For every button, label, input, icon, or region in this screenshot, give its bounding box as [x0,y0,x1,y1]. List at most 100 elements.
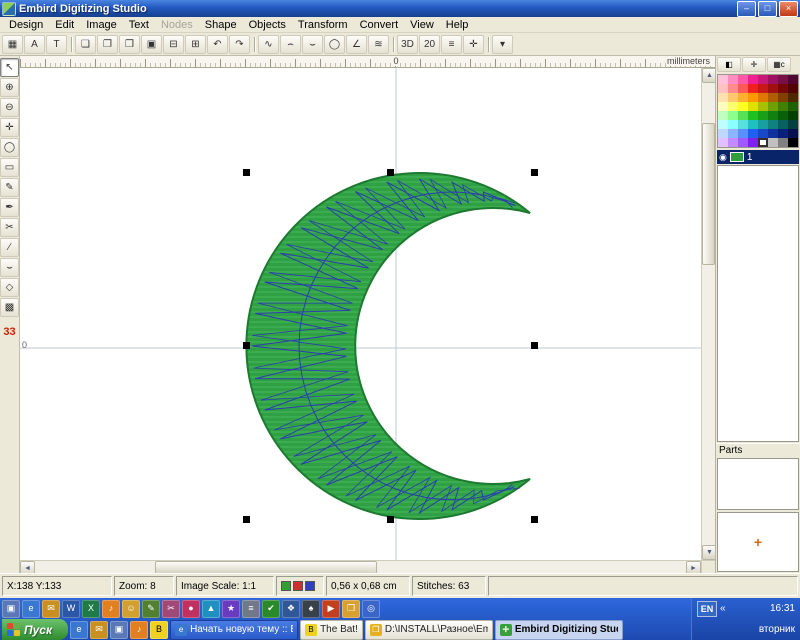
palette-color[interactable] [738,138,748,147]
palette-color[interactable] [768,120,778,129]
palette-color[interactable] [788,120,798,129]
menu-item-shape[interactable]: Shape [199,18,243,32]
palette-color[interactable] [768,111,778,120]
wave-tool-button[interactable]: ∿ [258,35,279,54]
more-tools-dropdown-button[interactable]: ▾ [492,35,513,54]
notes-app-icon[interactable]: ≡ [242,600,260,618]
palette-options-button[interactable]: ▦c [767,57,791,72]
crescent-shape[interactable] [246,173,530,519]
palette-color[interactable] [778,120,788,129]
palette-color[interactable] [728,138,738,147]
palette-color[interactable] [758,84,768,93]
palette-color[interactable] [778,129,788,138]
palette-color[interactable] [748,102,758,111]
curve-tool-button[interactable]: ⌣ [302,35,323,54]
selection-handle[interactable] [531,169,538,176]
excel-icon[interactable]: X [82,600,100,618]
selection-handle[interactable] [387,516,394,523]
palette-color[interactable] [718,120,728,129]
vertical-scroll-thumb[interactable] [702,123,715,265]
thread-row-selected[interactable]: ◉ 1 [717,150,799,164]
node-edit-tool[interactable]: ◇ [0,278,19,297]
palette-color[interactable] [748,93,758,102]
word-icon[interactable]: W [62,600,80,618]
palette-color[interactable] [788,111,798,120]
paint-icon[interactable]: ✎ [142,600,160,618]
palette-color[interactable] [758,138,768,147]
text-plain-button[interactable]: T [46,35,67,54]
selection-handle[interactable] [531,516,538,523]
palette-color[interactable] [738,129,748,138]
text-artistic-button[interactable]: A [24,35,45,54]
menu-item-convert[interactable]: Convert [354,18,405,32]
palette-color[interactable] [758,75,768,84]
redo-button[interactable]: ↷ [229,35,250,54]
vertical-scrollbar[interactable]: ▲ ▼ [701,68,715,560]
mail-icon[interactable]: ✉ [42,600,60,618]
select-tool[interactable]: ↖ [0,58,19,77]
internet-explorer-icon[interactable]: e [22,600,40,618]
menu-item-view[interactable]: View [404,18,440,32]
scissors-app-icon[interactable]: ✂ [162,600,180,618]
palette-color[interactable] [788,129,798,138]
open-design-button[interactable]: ❐ [97,35,118,54]
palette-color[interactable] [748,129,758,138]
pointer-cross-button[interactable]: ✛ [463,35,484,54]
thread-color-swatch[interactable] [730,152,744,162]
selection-handle[interactable] [531,342,538,349]
curve-tool[interactable]: ⌣ [0,258,19,277]
ie-small-icon[interactable]: e [70,621,88,639]
palette-color[interactable] [778,138,788,147]
palette-color[interactable] [758,111,768,120]
copy-button[interactable]: ⊞ [185,35,206,54]
palette-color[interactable] [788,84,798,93]
palette-color[interactable] [718,102,728,111]
palette-color[interactable] [778,93,788,102]
horizontal-scroll-thumb[interactable] [155,561,377,574]
adjust-levels-button[interactable]: ≡ [441,35,462,54]
blue-app-icon[interactable]: ▲ [202,600,220,618]
zoom-in-tool[interactable]: ⊕ [0,78,19,97]
palette-color[interactable] [738,93,748,102]
menu-item-design[interactable]: Design [3,18,49,32]
palette-color[interactable] [718,111,728,120]
arc-tool-button[interactable]: ⌢ [280,35,301,54]
design-canvas[interactable]: 0 [20,68,701,560]
palette-color[interactable] [718,138,728,147]
menu-item-text[interactable]: Text [123,18,155,32]
visibility-eye-icon[interactable]: ◉ [719,153,727,162]
design-mode-button[interactable]: ▦ [2,35,23,54]
selection-handle[interactable] [243,169,250,176]
palette-color[interactable] [748,84,758,93]
palette-color[interactable] [718,84,728,93]
palette-color[interactable] [738,111,748,120]
pan-tool[interactable]: ✛ [0,118,19,137]
palette-color[interactable] [748,75,758,84]
taskbar-task-button[interactable]: ✛Embird Digitizing Stud... [495,620,623,640]
palette-color[interactable] [728,93,738,102]
taskbar-task-button[interactable]: eНачать новую тему :: В... [170,620,298,640]
palette-color[interactable] [778,84,788,93]
new-design-button[interactable]: ❏ [75,35,96,54]
globe-app-icon[interactable]: ◎ [362,600,380,618]
palette-color[interactable] [738,102,748,111]
palette-color[interactable] [768,138,778,147]
circle-tool-button[interactable]: ◯ [324,35,345,54]
thread-list[interactable] [717,165,799,442]
ellipse-tool[interactable]: ◯ [0,138,19,157]
palette-color[interactable] [758,120,768,129]
language-indicator[interactable]: EN [697,601,717,617]
angle-tool-button[interactable]: ∠ [346,35,367,54]
start-button[interactable]: Пуск [2,619,68,640]
palette-color[interactable] [728,102,738,111]
menu-item-image[interactable]: Image [80,18,123,32]
palette-color[interactable] [788,75,798,84]
palette-color[interactable] [758,93,768,102]
palette-color[interactable] [768,102,778,111]
palette-color[interactable] [718,93,728,102]
selection-handle[interactable] [243,516,250,523]
palette-color[interactable] [768,93,778,102]
messenger-icon[interactable]: ☺ [122,600,140,618]
save-design-button[interactable]: ▣ [141,35,162,54]
parts-list[interactable] [717,458,799,510]
